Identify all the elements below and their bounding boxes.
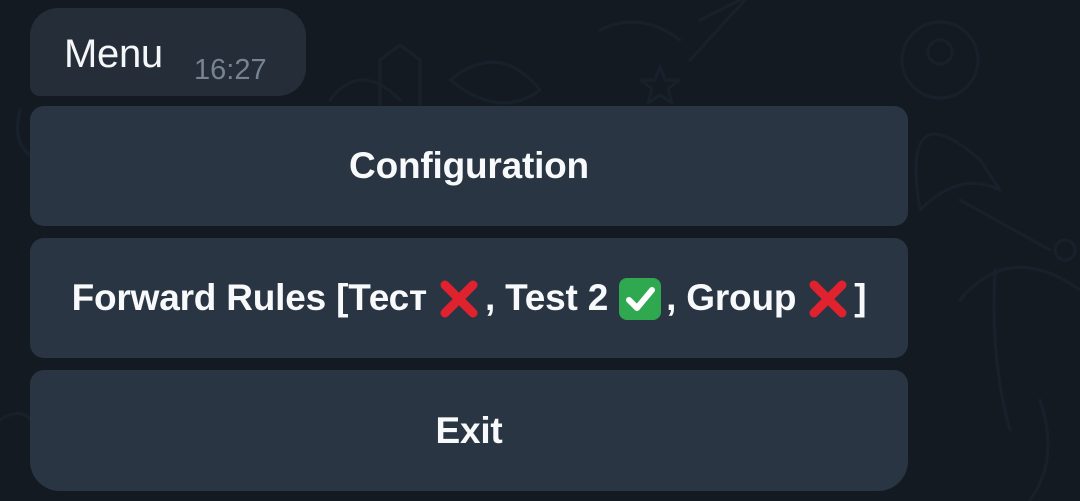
forward-rules-button-label: Forward Rules [Тест , Test 2 , Group ] [72,274,867,322]
configuration-button-label: Configuration [349,145,589,186]
check-mark-button-icon [616,275,664,323]
forward-rules-prefix: Forward Rules [Тест [71,277,428,318]
message-text: Menu [64,32,163,76]
forward-rules-item-2: , Test 2 [484,277,609,318]
cross-mark-icon [435,275,483,323]
message-timestamp: 16:27 [194,54,267,86]
configuration-button[interactable]: Configuration [30,106,908,226]
forward-rules-button[interactable]: Forward Rules [Тест , Test 2 , Group ] [30,238,908,358]
forward-rules-suffix: ] [854,277,867,318]
forward-rules-item-3: , Group [666,277,797,318]
cross-mark-icon [804,275,852,323]
message-bubble: Menu 16:27 [30,8,306,96]
exit-button[interactable]: Exit [30,370,908,491]
exit-button-label: Exit [435,409,503,451]
chat-area: Menu 16:27 Configuration Forward Rules [… [0,0,1080,501]
